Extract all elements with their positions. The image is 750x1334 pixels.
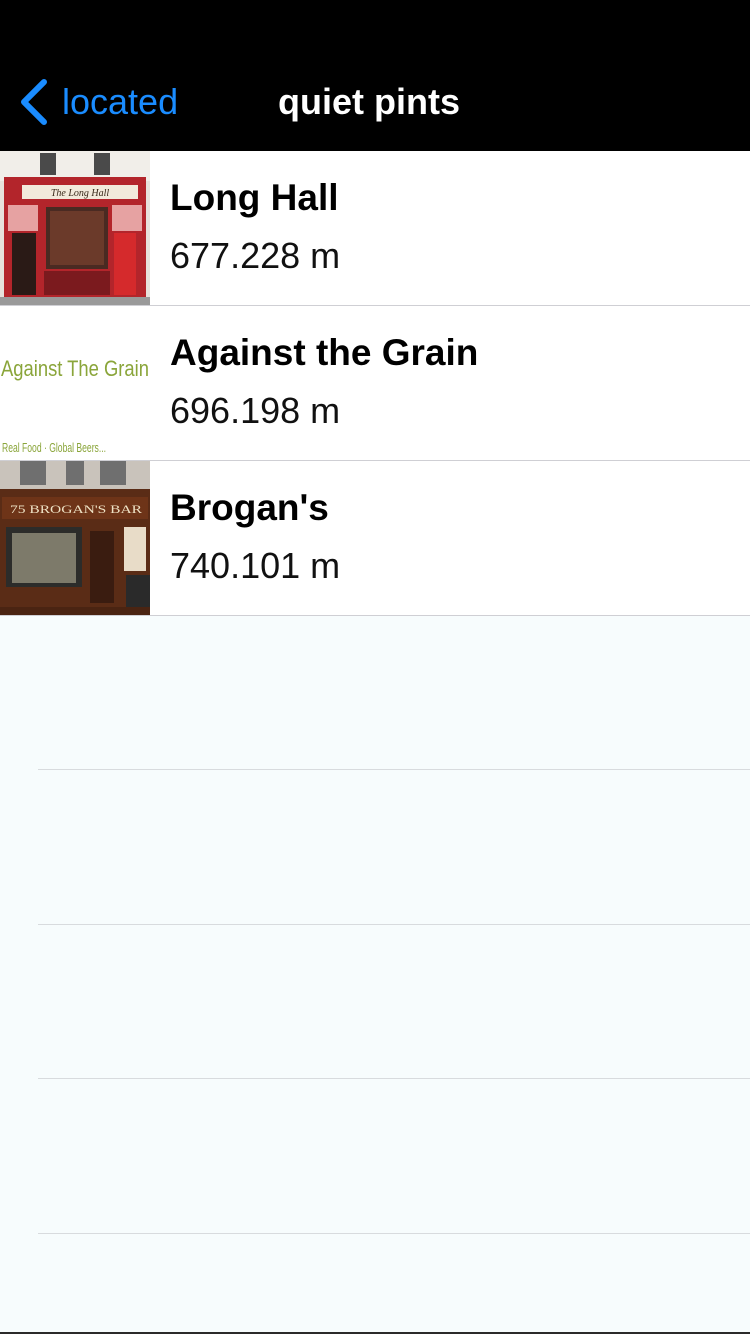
list-item[interactable]: Against The Grain Real Food · Global Bee…	[0, 306, 750, 461]
svg-text:The Long Hall: The Long Hall	[51, 188, 110, 199]
pub-name: Against the Grain	[170, 332, 479, 373]
pub-photo: 75 BROGAN'S BAR	[0, 461, 150, 615]
empty-row-separator	[38, 1233, 750, 1234]
pub-name: Brogan's	[170, 487, 329, 528]
back-button[interactable]: located	[18, 78, 178, 126]
list-item[interactable]: 75 BROGAN'S BAR Brogan's 740.101 m	[0, 461, 750, 616]
empty-row-separator	[38, 924, 750, 925]
pub-name: Long Hall	[170, 177, 339, 218]
page-title: quiet pints	[278, 81, 460, 122]
svg-text:Real Food · Global Beers...: Real Food · Global Beers...	[2, 440, 106, 455]
pub-distance: 696.198 m	[170, 390, 341, 431]
pub-list: The Long Hall Long Hall 677.228 m Agains…	[0, 151, 750, 616]
list-item[interactable]: The Long Hall Long Hall 677.228 m	[0, 151, 750, 306]
svg-text:75 BROGAN'S BAR: 75 BROGAN'S BAR	[10, 502, 142, 516]
chevron-left-icon	[21, 79, 47, 125]
empty-row-separator	[38, 769, 750, 770]
pub-distance: 740.101 m	[170, 545, 341, 586]
pub-photo: The Long Hall	[0, 151, 150, 305]
svg-text:Against The Grain: Against The Grain	[1, 356, 149, 381]
pub-logo: Against The Grain Real Food · Global Bee…	[0, 306, 150, 460]
pub-distance: 677.228 m	[170, 235, 341, 276]
empty-row-separator	[38, 1078, 750, 1079]
navigation-bar: located quiet pints	[0, 0, 750, 151]
back-button-label: located	[62, 81, 179, 122]
